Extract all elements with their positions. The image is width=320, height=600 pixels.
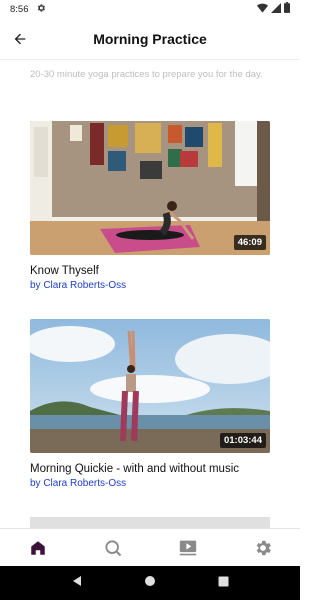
app-bar: Morning Practice <box>0 18 300 60</box>
square-recents-icon <box>218 576 229 587</box>
status-time: 8:56 <box>10 3 29 15</box>
triangle-back-icon <box>72 576 81 586</box>
settings-status-icon <box>36 3 46 16</box>
nav-settings[interactable] <box>225 529 300 566</box>
status-bar: 8:56 <box>0 0 300 18</box>
circle-home-icon <box>145 576 156 586</box>
collection-description: 20-30 minute yoga practices to prepare y… <box>30 69 263 80</box>
bottom-navigation <box>0 528 300 566</box>
video-thumbnail[interactable]: 46:09 <box>30 121 270 255</box>
video-list[interactable]: 20-30 minute yoga practices to prepare y… <box>0 60 300 528</box>
nav-home[interactable] <box>0 529 75 566</box>
signal-icon <box>271 2 281 16</box>
nav-search[interactable] <box>75 529 150 566</box>
system-navigation-bar <box>0 566 300 600</box>
video-title[interactable]: Morning Quickie - with and without music <box>30 463 270 475</box>
video-title[interactable]: Know Thyself <box>30 265 270 277</box>
system-back-button[interactable] <box>71 574 83 592</box>
settings-icon <box>256 540 271 555</box>
wifi-icon <box>257 3 268 16</box>
duration-badge: 46:09 <box>233 235 266 250</box>
home-icon <box>30 540 45 555</box>
battery-icon <box>284 2 290 16</box>
author-link[interactable]: by Clara Roberts-Oss <box>30 280 270 291</box>
search-icon <box>104 539 121 556</box>
page-title: Morning Practice <box>93 31 207 47</box>
nav-videos[interactable] <box>150 529 225 566</box>
video-thumbnail[interactable] <box>30 517 270 528</box>
video-thumbnail[interactable]: 01:03:44 <box>30 319 270 453</box>
video-card[interactable]: 01:03:44 Morning Quickie - with and with… <box>30 319 270 489</box>
system-recents-button[interactable] <box>218 574 229 592</box>
author-link[interactable]: by Clara Roberts-Oss <box>30 478 270 489</box>
system-home-button[interactable] <box>144 574 156 592</box>
video-card[interactable]: 46:09 Know Thyself by Clara Roberts-Oss <box>30 121 270 291</box>
video-library-icon <box>179 540 196 555</box>
duration-badge: 01:03:44 <box>219 433 266 448</box>
